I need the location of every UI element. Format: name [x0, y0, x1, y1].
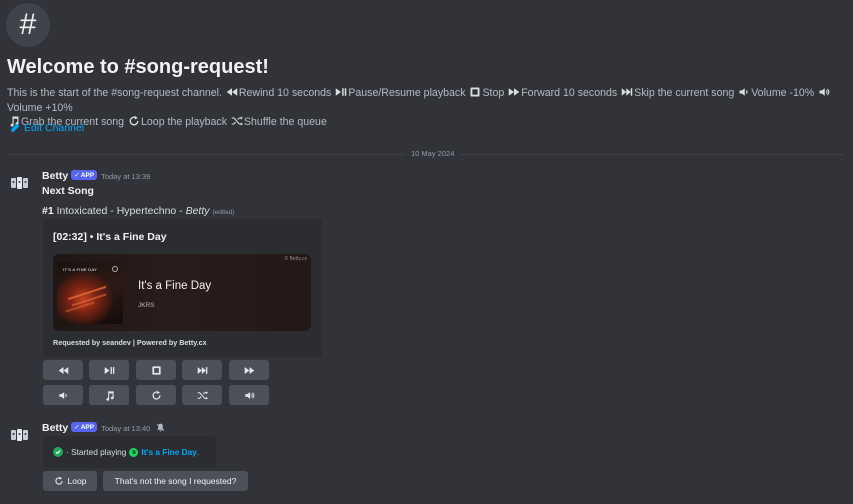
wrong-song-button[interactable]: That's not the song I requested?	[103, 471, 248, 491]
rewind-button[interactable]	[43, 360, 83, 380]
now-playing-embed: [02:32] • It's a Fine Day IT'S A FINE DA…	[43, 219, 322, 357]
cmd-skip-label: Skip the current song	[634, 87, 735, 99]
loop-icon	[151, 390, 161, 399]
started-playing-embed: · Started playing It's a Fine Day.	[43, 436, 216, 468]
cmd-rewind-label: Rewind 10 seconds	[238, 87, 332, 99]
cmd-stop-label: Stop	[482, 87, 505, 99]
embed-title: [02:32] • It's a Fine Day	[53, 231, 167, 243]
app-badge-label: APP	[80, 423, 95, 431]
pencil-icon	[11, 123, 20, 133]
message-header: Betty ✓ APP Today at 13:40	[42, 422, 165, 435]
volume-down-icon	[58, 391, 67, 399]
embed-footer: Requested by seandev | Powered by Betty.…	[53, 338, 207, 347]
wrong-song-label: That's not the song I requested?	[114, 476, 237, 486]
started-playing-text: · Started playing	[66, 447, 127, 457]
edited-label: (edited)	[212, 209, 235, 216]
welcome-title: Welcome to #song-request!	[7, 56, 269, 78]
cmd-loop-label: Loop the playback	[141, 116, 228, 128]
edit-channel-link[interactable]: Edit Channel	[10, 122, 84, 134]
channel-description: This is the start of the #song-request c…	[7, 86, 849, 130]
forward-button[interactable]	[229, 360, 269, 380]
loop-button-label: Loop	[67, 476, 87, 486]
bot-avatar-icon	[11, 429, 28, 441]
loop-icon	[128, 115, 140, 127]
album-art-text: IT'S A FINE DAY	[63, 267, 98, 272]
app-badge-label: APP	[80, 171, 95, 179]
channel-hash-icon: #	[6, 3, 50, 47]
message-timestamp: Today at 13:39	[101, 172, 151, 181]
music-note-icon	[105, 390, 114, 401]
cmd-shuffle-label: Shuffle the queue	[243, 116, 327, 128]
date-divider-label: 10 May 2024	[405, 149, 461, 158]
cmd-vol-down-label: Volume -10%	[751, 87, 815, 99]
song-card-image[interactable]: IT'S A FINE DAY It's a Fine Day JKRS © B…	[53, 254, 311, 331]
volume-up-icon	[244, 391, 254, 399]
card-copyright: © Betty.cx	[284, 256, 308, 262]
next-song-heading: Next Song	[42, 185, 94, 197]
shuffle-icon	[197, 390, 208, 400]
verified-check-icon: ✓	[74, 172, 80, 179]
app-badge: ✓ APP	[71, 170, 98, 180]
rewind-icon	[58, 366, 68, 374]
play-pause-icon	[104, 366, 114, 374]
song-link[interactable]: It's a Fine Day	[141, 447, 196, 457]
shuffle-icon	[231, 115, 243, 127]
edit-channel-label: Edit Channel	[24, 122, 85, 134]
track-text: Intoxicated - Hypertechno -	[56, 205, 186, 217]
pause-resume-button[interactable]	[89, 360, 129, 380]
song-suffix: .	[196, 447, 200, 457]
avatar[interactable]	[10, 427, 30, 443]
forward-icon	[244, 366, 254, 374]
author-name[interactable]: Betty	[42, 422, 68, 434]
stop-button[interactable]	[136, 360, 176, 380]
track-number: #1	[42, 205, 54, 217]
skip-button[interactable]	[182, 360, 222, 380]
loop-button[interactable]	[136, 385, 176, 405]
bot-avatar-icon	[11, 177, 28, 189]
forward-icon	[508, 86, 520, 98]
loop-icon	[54, 476, 63, 485]
bell-off-icon	[156, 423, 165, 435]
check-circle-icon	[53, 447, 63, 457]
stop-icon	[469, 86, 481, 98]
cmd-pause-label: Pause/Resume playback	[348, 87, 466, 99]
cmd-vol-up-label: Volume +10%	[7, 101, 73, 114]
rewind-icon	[226, 86, 238, 98]
spotify-code-icon	[112, 266, 118, 272]
volume-up-icon	[818, 86, 830, 98]
skip-icon	[621, 86, 633, 98]
skip-icon	[197, 366, 207, 374]
track-artist: Betty	[185, 205, 210, 217]
track-line: #1 Intoxicated - Hypertechno - Betty (ed…	[42, 205, 235, 217]
card-song-title: It's a Fine Day	[138, 280, 212, 292]
verified-check-icon: ✓	[74, 424, 80, 431]
volume-up-button[interactable]	[229, 385, 269, 405]
volume-down-button[interactable]	[43, 385, 83, 405]
volume-down-icon	[738, 86, 750, 98]
stop-icon	[151, 365, 161, 375]
grab-song-button[interactable]	[89, 385, 129, 405]
app-badge: ✓ APP	[71, 422, 98, 432]
message-timestamp: Today at 13:40	[101, 424, 151, 433]
spotify-icon	[129, 447, 139, 457]
cmd-forward-label: Forward 10 seconds	[521, 87, 618, 99]
author-name[interactable]: Betty	[42, 170, 68, 182]
avatar[interactable]	[10, 175, 30, 191]
play-pause-icon	[335, 86, 347, 98]
channel-intro: This is the start of the #song-request c…	[7, 87, 222, 99]
loop-text-button[interactable]: Loop	[43, 471, 97, 491]
shuffle-button[interactable]	[182, 385, 222, 405]
message-header: Betty ✓ APP Today at 13:39	[42, 170, 150, 182]
card-artist: JKRS	[138, 302, 155, 309]
